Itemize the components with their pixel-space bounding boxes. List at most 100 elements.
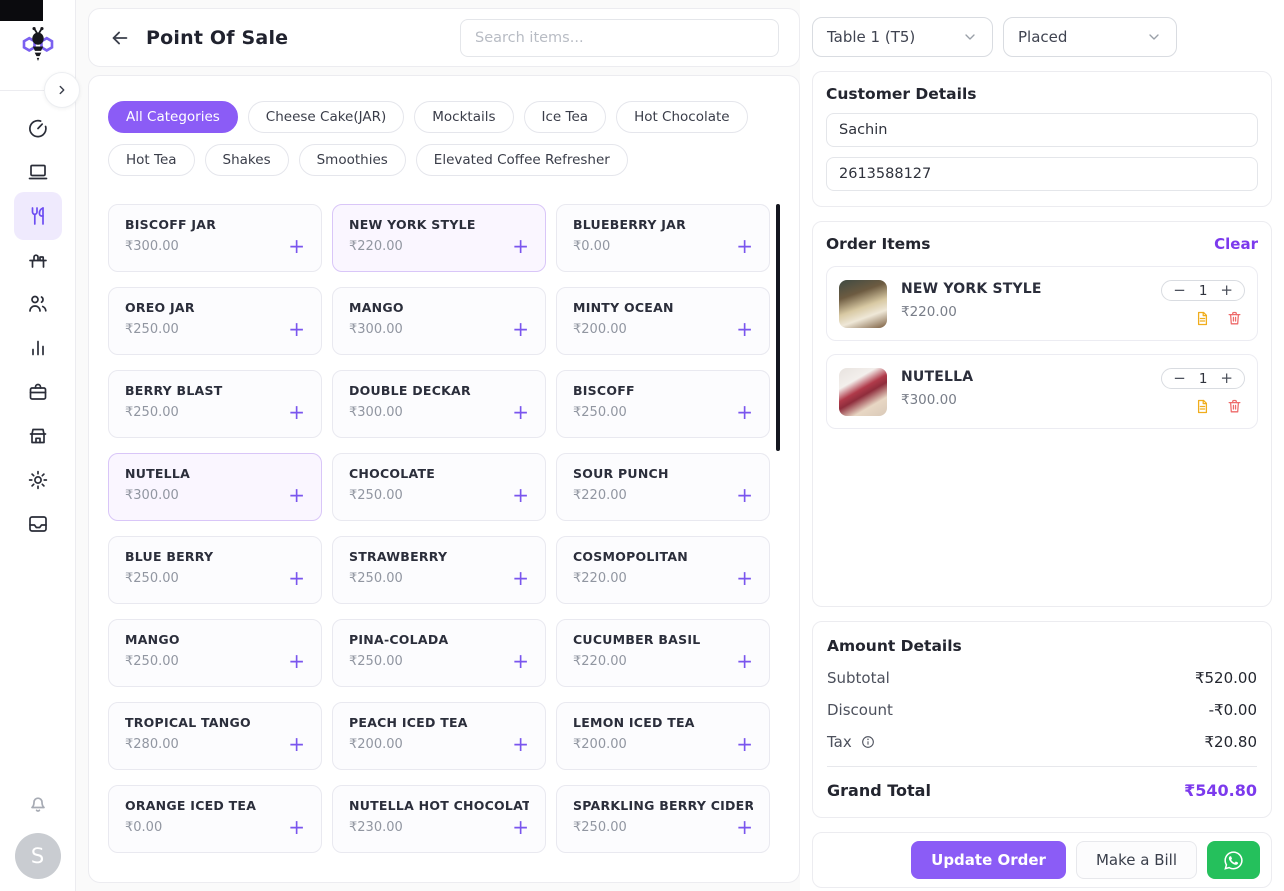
add-product-icon[interactable]: + bbox=[288, 403, 305, 421]
category-chip[interactable]: Smoothies bbox=[299, 144, 406, 176]
add-product-icon[interactable]: + bbox=[288, 735, 305, 753]
add-product-icon[interactable]: + bbox=[512, 403, 529, 421]
product-card[interactable]: STRAWBERRY ₹250.00 + bbox=[332, 536, 546, 604]
category-chip[interactable]: Hot Tea bbox=[108, 144, 195, 176]
add-product-icon[interactable]: + bbox=[736, 735, 753, 753]
sidebar-item-devices[interactable] bbox=[14, 148, 62, 196]
product-card[interactable]: CUCUMBER BASIL ₹220.00 + bbox=[556, 619, 770, 687]
add-product-icon[interactable]: + bbox=[288, 486, 305, 504]
product-card[interactable]: BISCOFF ₹250.00 + bbox=[556, 370, 770, 438]
product-card[interactable]: CHOCOLATE ₹250.00 + bbox=[332, 453, 546, 521]
add-product-icon[interactable]: + bbox=[736, 486, 753, 504]
back-button[interactable] bbox=[109, 26, 133, 50]
product-card[interactable]: ORANGE ICED TEA ₹0.00 + bbox=[108, 785, 322, 853]
product-name: MANGO bbox=[125, 632, 305, 647]
add-product-icon[interactable]: + bbox=[736, 569, 753, 587]
add-product-icon[interactable]: + bbox=[512, 652, 529, 670]
category-chip-label: All Categories bbox=[126, 109, 220, 125]
tax-info-icon[interactable] bbox=[860, 734, 876, 750]
product-card[interactable]: SOUR PUNCH ₹220.00 + bbox=[556, 453, 770, 521]
product-card[interactable]: BERRY BLAST ₹250.00 + bbox=[108, 370, 322, 438]
category-chip[interactable]: Shakes bbox=[205, 144, 289, 176]
sidebar-item-inventory[interactable] bbox=[14, 368, 62, 416]
add-product-icon[interactable]: + bbox=[512, 486, 529, 504]
product-card[interactable]: MANGO ₹250.00 + bbox=[108, 619, 322, 687]
product-card[interactable]: LEMON ICED TEA ₹200.00 + bbox=[556, 702, 770, 770]
category-chip[interactable]: Hot Chocolate bbox=[616, 101, 748, 133]
add-product-icon[interactable]: + bbox=[288, 237, 305, 255]
increase-qty-button[interactable]: + bbox=[1220, 371, 1233, 386]
status-select[interactable]: Placed bbox=[1003, 17, 1177, 57]
product-card[interactable]: COSMOPOLITAN ₹220.00 + bbox=[556, 536, 770, 604]
customer-name-input[interactable] bbox=[826, 113, 1258, 147]
sidebar-item-tables[interactable] bbox=[14, 236, 62, 284]
search-input[interactable] bbox=[460, 19, 779, 57]
sidebar-item-settings[interactable] bbox=[14, 456, 62, 504]
add-product-icon[interactable]: + bbox=[288, 818, 305, 836]
product-card[interactable]: BLUEBERRY JAR ₹0.00 + bbox=[556, 204, 770, 272]
customer-phone-input[interactable] bbox=[826, 157, 1258, 191]
product-card[interactable]: MANGO ₹300.00 + bbox=[332, 287, 546, 355]
add-product-icon[interactable]: + bbox=[512, 237, 529, 255]
whatsapp-button[interactable] bbox=[1207, 841, 1260, 879]
product-card[interactable]: TROPICAL TANGO ₹280.00 + bbox=[108, 702, 322, 770]
discount-value: -₹0.00 bbox=[1209, 701, 1257, 719]
add-product-icon[interactable]: + bbox=[288, 320, 305, 338]
delete-item-icon[interactable] bbox=[1226, 398, 1243, 415]
notifications-bell-icon[interactable] bbox=[26, 791, 50, 819]
product-card[interactable]: MINTY OCEAN ₹200.00 + bbox=[556, 287, 770, 355]
product-price: ₹250.00 bbox=[125, 654, 179, 669]
increase-qty-button[interactable]: + bbox=[1220, 283, 1233, 298]
category-chip[interactable]: Cheese Cake(JAR) bbox=[248, 101, 404, 133]
quantity-stepper[interactable]: − 1 + bbox=[1161, 368, 1245, 389]
category-chip[interactable]: All Categories bbox=[108, 101, 238, 133]
product-card[interactable]: PINA-COLADA ₹250.00 + bbox=[332, 619, 546, 687]
sidebar-expand-button[interactable] bbox=[44, 72, 80, 108]
product-card[interactable]: BLUE BERRY ₹250.00 + bbox=[108, 536, 322, 604]
add-product-icon[interactable]: + bbox=[288, 569, 305, 587]
product-price: ₹250.00 bbox=[349, 654, 403, 669]
add-product-icon[interactable]: + bbox=[512, 320, 529, 338]
product-card[interactable]: NUTELLA HOT CHOCOLATE ₹230.00 + bbox=[332, 785, 546, 853]
add-product-icon[interactable]: + bbox=[736, 652, 753, 670]
add-product-icon[interactable]: + bbox=[736, 403, 753, 421]
category-chip[interactable]: Mocktails bbox=[414, 101, 513, 133]
add-product-icon[interactable]: + bbox=[736, 237, 753, 255]
product-card[interactable]: BISCOFF JAR ₹300.00 + bbox=[108, 204, 322, 272]
sidebar-item-pos[interactable] bbox=[14, 192, 62, 240]
product-card[interactable]: DOUBLE DECKAR ₹300.00 + bbox=[332, 370, 546, 438]
screen-corner-artifact bbox=[0, 0, 43, 21]
decrease-qty-button[interactable]: − bbox=[1173, 283, 1186, 298]
table-select[interactable]: Table 1 (T5) bbox=[812, 17, 993, 57]
add-product-icon[interactable]: + bbox=[288, 652, 305, 670]
product-card[interactable]: OREO JAR ₹250.00 + bbox=[108, 287, 322, 355]
sidebar-item-store[interactable] bbox=[14, 412, 62, 460]
product-card[interactable]: NUTELLA ₹300.00 + bbox=[108, 453, 322, 521]
delete-item-icon[interactable] bbox=[1226, 310, 1243, 327]
sidebar-item-customers[interactable] bbox=[14, 280, 62, 328]
category-chip[interactable]: Elevated Coffee Refresher bbox=[416, 144, 628, 176]
make-bill-button[interactable]: Make a Bill bbox=[1076, 841, 1197, 879]
clear-order-link[interactable]: Clear bbox=[1214, 235, 1258, 253]
add-product-icon[interactable]: + bbox=[512, 569, 529, 587]
add-product-icon[interactable]: + bbox=[512, 818, 529, 836]
product-card[interactable]: PEACH ICED TEA ₹200.00 + bbox=[332, 702, 546, 770]
grid-scrollbar[interactable] bbox=[776, 204, 780, 451]
add-product-icon[interactable]: + bbox=[512, 735, 529, 753]
add-product-icon[interactable]: + bbox=[736, 818, 753, 836]
item-note-icon[interactable] bbox=[1194, 398, 1211, 415]
product-card[interactable]: SPARKLING BERRY CIDER ₹250.00 + bbox=[556, 785, 770, 853]
update-order-button[interactable]: Update Order bbox=[911, 841, 1066, 879]
sidebar-item-dashboard[interactable] bbox=[14, 104, 62, 152]
category-chip[interactable]: Ice Tea bbox=[524, 101, 607, 133]
product-card[interactable]: NEW YORK STYLE ₹220.00 + bbox=[332, 204, 546, 272]
user-avatar[interactable]: S bbox=[15, 833, 61, 879]
decrease-qty-button[interactable]: − bbox=[1173, 371, 1186, 386]
item-note-icon[interactable] bbox=[1194, 310, 1211, 327]
sidebar-item-orders-inbox[interactable] bbox=[14, 500, 62, 548]
add-product-icon[interactable]: + bbox=[736, 320, 753, 338]
product-price: ₹200.00 bbox=[349, 737, 403, 752]
sidebar-item-analytics[interactable] bbox=[14, 324, 62, 372]
quantity-stepper[interactable]: − 1 + bbox=[1161, 280, 1245, 301]
subtotal-value: ₹520.00 bbox=[1195, 669, 1257, 687]
